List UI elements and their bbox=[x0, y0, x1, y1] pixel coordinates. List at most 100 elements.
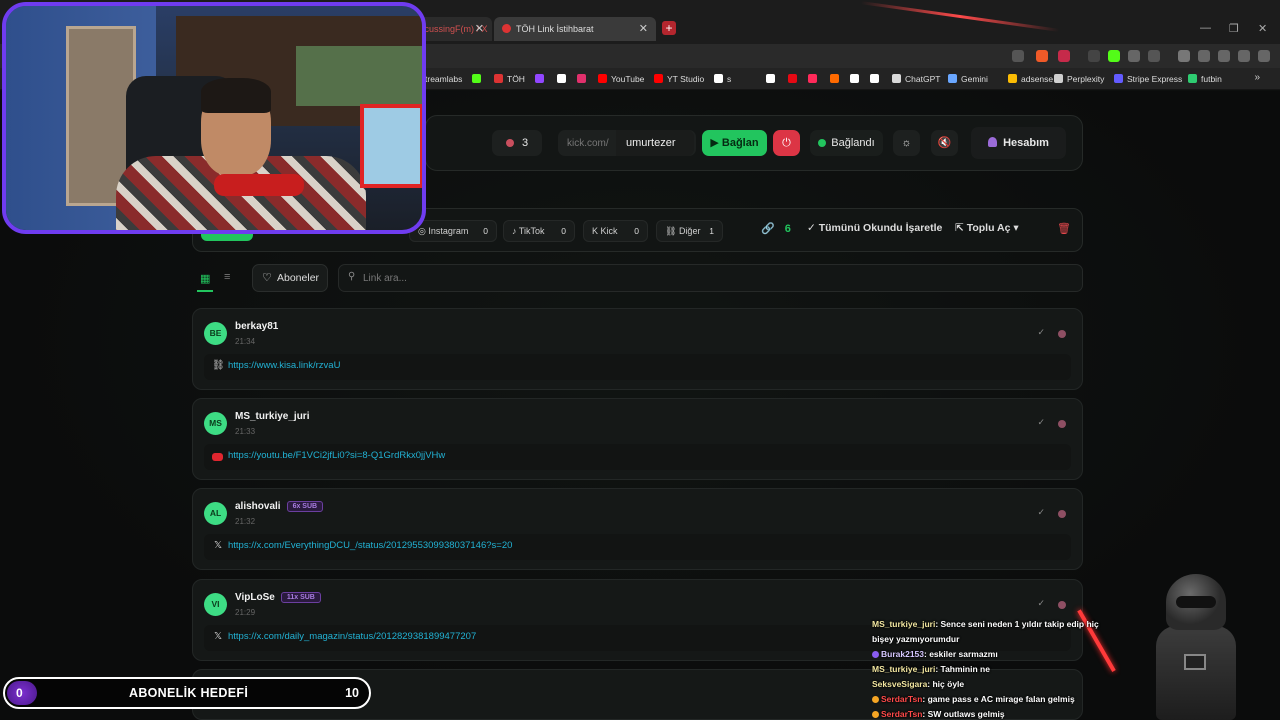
filter-all-active[interactable] bbox=[201, 233, 253, 241]
sidebar-icon[interactable] bbox=[1178, 50, 1190, 62]
mark-all-read-button[interactable]: ✓ Tümünü Okundu İşaretle bbox=[807, 222, 942, 234]
filter-tiktok[interactable]: ♪ TikTok 0 bbox=[503, 220, 575, 242]
bookmark-item[interactable] bbox=[808, 68, 821, 90]
filter-other[interactable]: ⛓ Diğer 1 bbox=[656, 220, 723, 242]
grid-view-icon[interactable]: ▦ bbox=[200, 272, 210, 285]
share-icon[interactable] bbox=[1012, 50, 1024, 62]
message-card: AL alishovali 6x SUB 21:32 ✓ 𝕏https://x.com/E… bbox=[192, 488, 1083, 570]
menu-icon[interactable] bbox=[1258, 50, 1270, 62]
kick-extension-icon[interactable] bbox=[1108, 50, 1120, 62]
chat-badge-icon bbox=[872, 711, 879, 718]
tab-toh-link[interactable]: TÖH Link İstihbarat ✕ bbox=[494, 17, 656, 41]
bookmark-item[interactable]: ChatGPT bbox=[892, 68, 940, 90]
shared-link[interactable]: https://www.kisa.link/rzvaU bbox=[228, 360, 340, 371]
webcam-person-hair bbox=[201, 78, 271, 113]
ban-user-icon[interactable] bbox=[1058, 510, 1066, 518]
ban-counter[interactable]: 3 bbox=[492, 130, 542, 156]
shared-link[interactable]: https://x.com/daily_magazin/status/20128… bbox=[228, 631, 476, 642]
bookmark-item[interactable]: Stripe Express bbox=[1114, 68, 1182, 90]
ban-user-icon[interactable] bbox=[1058, 601, 1066, 609]
status-dot-icon bbox=[818, 139, 827, 147]
bookmark-item[interactable] bbox=[557, 68, 570, 90]
theme-toggle-button[interactable]: ☼ bbox=[893, 130, 920, 156]
minimize-icon[interactable]: — bbox=[1200, 22, 1211, 34]
mark-read-check-icon[interactable]: ✓ bbox=[1037, 327, 1045, 338]
mute-button[interactable]: 🔇 bbox=[931, 130, 958, 156]
bookmark-item[interactable]: futbin bbox=[1188, 68, 1222, 90]
heart-icon: ♡ bbox=[262, 272, 272, 284]
bookmark-item[interactable] bbox=[870, 68, 883, 90]
extension-icon[interactable] bbox=[1088, 50, 1100, 62]
channel-url-field: kick.com/ bbox=[558, 130, 696, 156]
bookmark-item[interactable]: Gemini bbox=[948, 68, 988, 90]
close-icon[interactable]: ✕ bbox=[475, 17, 484, 41]
rewards-icon[interactable] bbox=[1058, 50, 1070, 62]
brave-shield-icon[interactable] bbox=[1036, 50, 1048, 62]
username-text: VipLoSe bbox=[235, 592, 275, 603]
kick-icon: K bbox=[592, 226, 601, 236]
bookmark-item[interactable] bbox=[850, 68, 863, 90]
bookmark-item[interactable] bbox=[788, 68, 801, 90]
search-input[interactable] bbox=[363, 265, 1063, 291]
bookmark-favicon-icon bbox=[808, 74, 817, 83]
maximize-icon[interactable]: ❐ bbox=[1229, 22, 1239, 35]
active-view-indicator bbox=[197, 290, 213, 292]
bookmark-item[interactable] bbox=[830, 68, 843, 90]
chat-badge-icon bbox=[872, 651, 879, 658]
username: MS_turkiye_juri bbox=[235, 411, 309, 422]
account-button[interactable]: Hesabım bbox=[971, 127, 1066, 159]
bookmark-item[interactable] bbox=[766, 68, 779, 90]
media-icon[interactable] bbox=[1148, 50, 1160, 62]
shared-link[interactable]: https://x.com/EverythingDCU_/status/2012… bbox=[228, 540, 512, 551]
mark-read-check-icon[interactable]: ✓ bbox=[1037, 507, 1045, 518]
bookmarks-overflow-icon[interactable]: » bbox=[1254, 72, 1260, 83]
bookmark-item[interactable]: adsense bbox=[1008, 68, 1053, 90]
channel-input[interactable] bbox=[616, 130, 694, 156]
bookmark-favicon-icon bbox=[766, 74, 775, 83]
bookmark-item[interactable]: s bbox=[714, 68, 731, 90]
username-text: MS_turkiye_juri bbox=[235, 411, 310, 422]
username: alishovali 6x SUB bbox=[235, 501, 324, 512]
view-toggle: ▦ ≡ bbox=[195, 266, 243, 292]
shared-link[interactable]: https://youtu.be/F1VCi2jfLi0?si=8-Q1GrdR… bbox=[228, 450, 445, 461]
bookmark-favicon-icon bbox=[830, 74, 839, 83]
message-time: 21:29 bbox=[235, 608, 256, 617]
wallet-icon[interactable] bbox=[1198, 50, 1210, 62]
link-row: https://youtu.be/F1VCi2jfLi0?si=8-Q1GrdR… bbox=[204, 444, 1071, 470]
bookmark-item[interactable]: Perplexity bbox=[1054, 68, 1104, 90]
chevron-down-icon: ▾ bbox=[1013, 222, 1019, 234]
disconnect-button[interactable]: ⏻ bbox=[773, 130, 800, 156]
subscribers-filter-button[interactable]: ♡ Aboneler bbox=[252, 264, 328, 292]
bookmark-favicon-icon bbox=[948, 74, 957, 83]
new-tab-button[interactable]: + bbox=[662, 21, 676, 35]
bookmark-label: YouTube bbox=[611, 74, 645, 84]
puzzle-icon[interactable] bbox=[1128, 50, 1140, 62]
close-window-icon[interactable]: ✕ bbox=[1258, 22, 1267, 35]
sub-badge: 6x SUB bbox=[286, 501, 324, 512]
filter-kick[interactable]: K Kick 0 bbox=[583, 220, 648, 242]
connect-button[interactable]: ▶ Bağlan bbox=[702, 130, 767, 156]
filter-instagram[interactable]: ◎ Instagram 0 bbox=[409, 220, 497, 242]
list-view-icon[interactable]: ≡ bbox=[224, 271, 230, 283]
delete-all-button[interactable]: 🗑 bbox=[1057, 222, 1071, 235]
search-box: ⚲ bbox=[338, 264, 1083, 292]
vpn-icon[interactable] bbox=[1238, 50, 1250, 62]
bulk-open-button[interactable]: ⇱ Toplu Aç ▾ bbox=[955, 222, 1019, 234]
close-icon[interactable]: ✕ bbox=[639, 17, 648, 41]
mark-read-check-icon[interactable]: ✓ bbox=[1037, 598, 1045, 609]
ban-user-icon[interactable] bbox=[1058, 420, 1066, 428]
bookmark-item[interactable]: YT Studio bbox=[654, 68, 704, 90]
bookmark-item[interactable] bbox=[577, 68, 590, 90]
bookmark-item[interactable]: TÖH bbox=[494, 68, 525, 90]
message-time: 21:33 bbox=[235, 427, 256, 436]
bookmark-item[interactable] bbox=[535, 68, 548, 90]
bookmark-item[interactable]: YouTube bbox=[598, 68, 644, 90]
ai-icon[interactable] bbox=[1218, 50, 1230, 62]
chat-message: SeksveSigara: hiç öyle bbox=[872, 677, 1122, 692]
ban-user-icon[interactable] bbox=[1058, 330, 1066, 338]
mark-read-check-icon[interactable]: ✓ bbox=[1037, 417, 1045, 428]
webcam-overlay bbox=[2, 2, 426, 234]
goal-title: ABONELİK HEDEFİ bbox=[129, 686, 249, 700]
bookmark-item[interactable] bbox=[472, 68, 485, 90]
username-text: berkay81 bbox=[235, 321, 279, 332]
